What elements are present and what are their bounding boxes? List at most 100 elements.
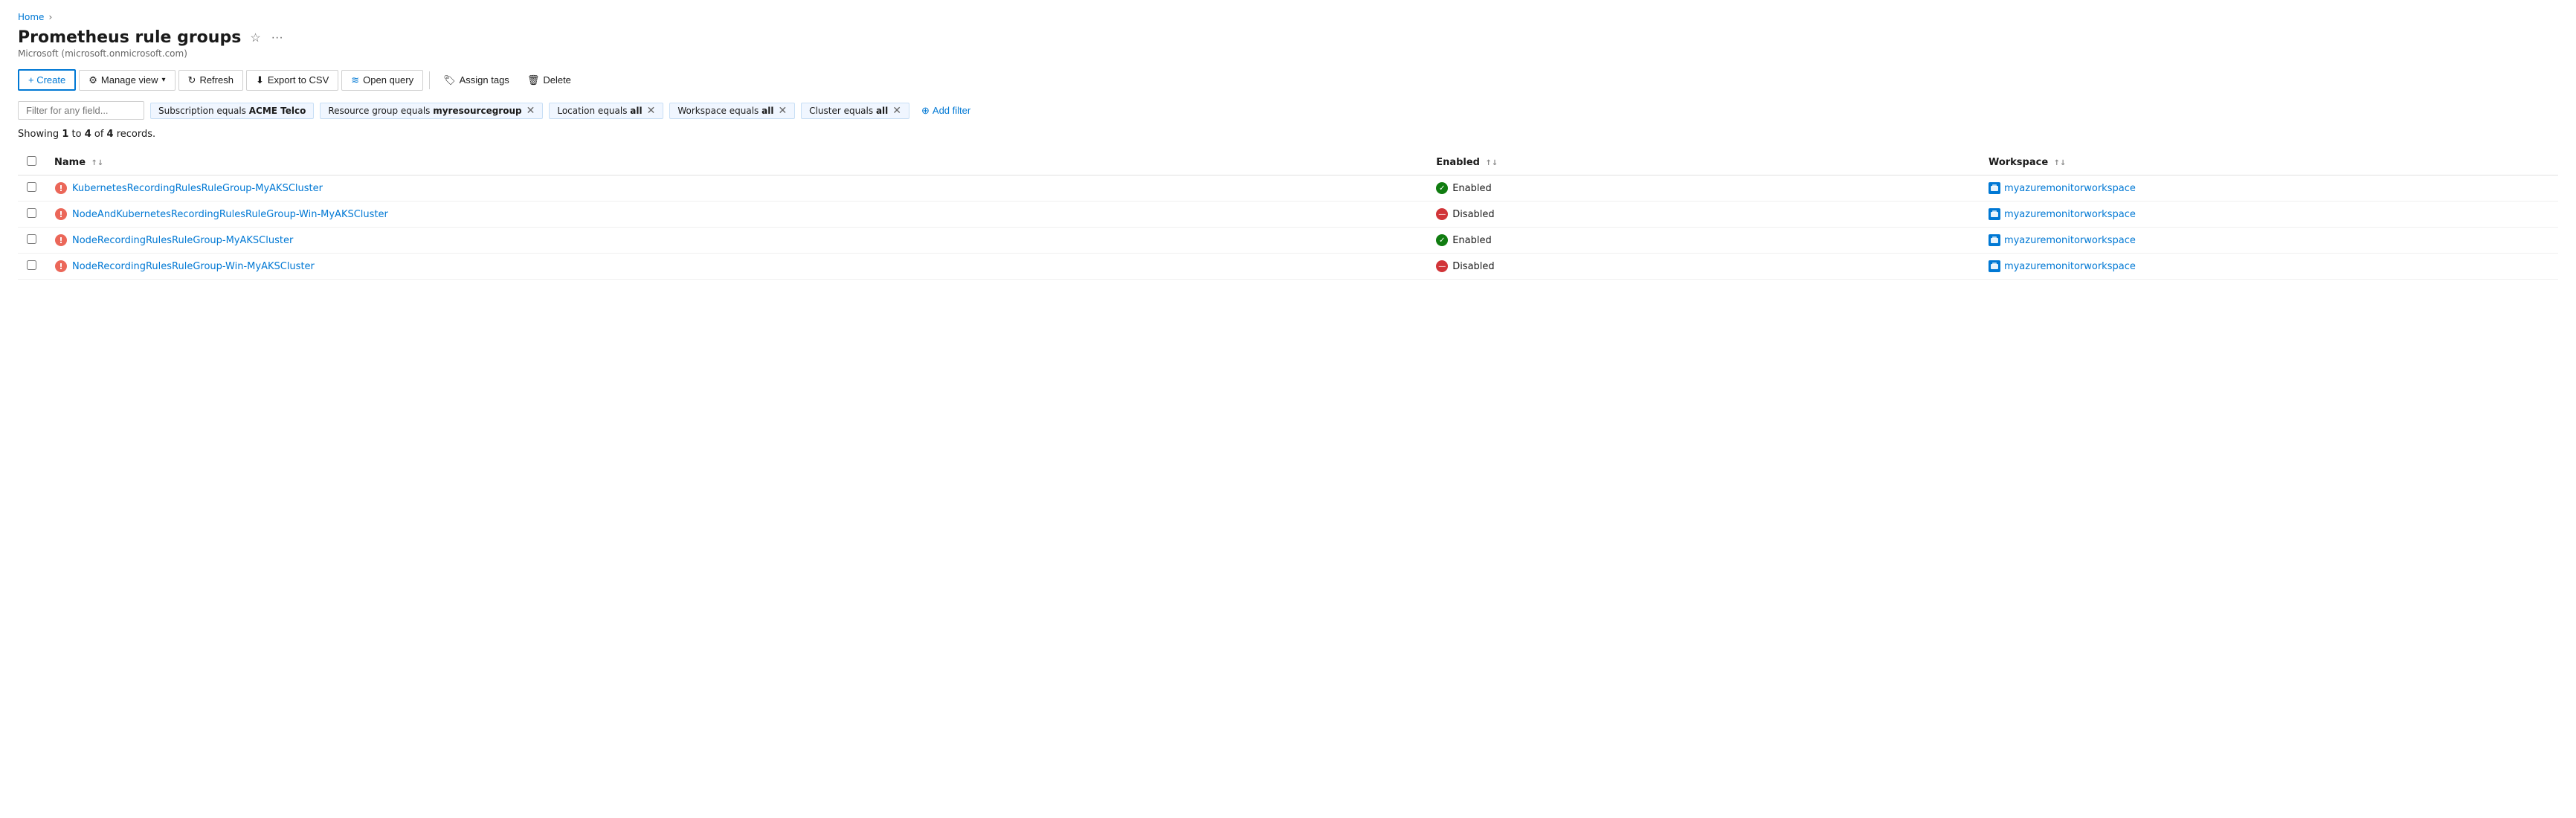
status-dot: ✓ — [1436, 182, 1448, 194]
filter-tag-location: Location equals all ✕ — [549, 103, 663, 119]
table-row: ! KubernetesRecordingRulesRuleGroup-MyAK… — [18, 175, 2558, 202]
status-dot: — — [1436, 208, 1448, 220]
sort-name-icon: ↑↓ — [91, 159, 104, 167]
add-filter-label: Add filter — [933, 105, 970, 116]
delete-icon: 🗑 — [527, 74, 540, 86]
row-enabled-cell: ✓ Enabled — [1427, 228, 1980, 254]
refresh-button[interactable]: ↻ Refresh — [178, 70, 243, 91]
row-checkbox-cell — [18, 202, 45, 228]
workspace-link[interactable]: myazuremonitorworkspace — [2004, 261, 2136, 272]
toolbar-separator — [429, 71, 430, 89]
select-all-checkbox-header[interactable] — [18, 150, 45, 175]
open-query-button[interactable]: ≋ Open query — [341, 70, 423, 91]
filter-input[interactable] — [18, 101, 144, 120]
workspace-link[interactable]: myazuremonitorworkspace — [2004, 183, 2136, 194]
manage-view-button[interactable]: ⚙ Manage view ▾ — [79, 70, 175, 91]
svg-text:!: ! — [59, 262, 62, 271]
row-enabled-cell: — Disabled — [1427, 254, 1980, 280]
row-name-link[interactable]: NodeRecordingRulesRuleGroup-MyAKSCluster — [72, 235, 293, 246]
workspace-icon — [1989, 208, 2000, 220]
row-enabled-cell: ✓ Enabled — [1427, 175, 1980, 202]
rule-group-icon: ! — [54, 234, 68, 247]
svg-text:!: ! — [59, 210, 62, 219]
delete-label: Delete — [543, 74, 571, 86]
svg-text:!: ! — [59, 184, 62, 193]
table-header-row: Name ↑↓ Enabled ↑↓ Workspace ↑↓ — [18, 150, 2558, 175]
status-label: Enabled — [1452, 183, 1492, 194]
delete-button[interactable]: 🗑 Delete — [520, 71, 579, 90]
row-enabled-cell: — Disabled — [1427, 202, 1980, 228]
row-checkbox[interactable] — [27, 234, 36, 244]
filter-tag-location-close[interactable]: ✕ — [647, 106, 656, 116]
add-filter-button[interactable]: ⊕ Add filter — [915, 103, 976, 119]
add-filter-icon: ⊕ — [921, 105, 930, 117]
page-title-row: Prometheus rule groups ☆ ··· — [18, 28, 2558, 47]
sort-workspace-icon: ↑↓ — [2054, 159, 2067, 167]
sort-enabled-icon: ↑↓ — [1486, 159, 1498, 167]
row-checkbox[interactable] — [27, 260, 36, 270]
rule-group-icon: ! — [54, 260, 68, 273]
assign-tags-button[interactable]: 🏷 Assign tags — [436, 71, 517, 90]
row-name-cell: ! NodeAndKubernetesRecordingRulesRuleGro… — [45, 202, 1427, 228]
row-workspace-cell: myazuremonitorworkspace — [1980, 228, 2558, 254]
export-button[interactable]: ⬇ Export to CSV — [246, 70, 338, 91]
workspace-link[interactable]: myazuremonitorworkspace — [2004, 209, 2136, 220]
workspace-icon — [1989, 234, 2000, 246]
refresh-label: Refresh — [199, 74, 234, 86]
row-name-cell: ! KubernetesRecordingRulesRuleGroup-MyAK… — [45, 175, 1427, 202]
rule-group-icon: ! — [54, 207, 68, 221]
row-name-cell: ! NodeRecordingRulesRuleGroup-MyAKSClust… — [45, 228, 1427, 254]
filter-tag-subscription: Subscription equals ACME Telco — [150, 103, 314, 119]
row-name-cell: ! NodeRecordingRulesRuleGroup-Win-MyAKSC… — [45, 254, 1427, 280]
filter-tag-resourcegroup-close[interactable]: ✕ — [527, 106, 535, 116]
breadcrumb-home[interactable]: Home — [18, 12, 44, 22]
tag-icon: 🏷 — [443, 74, 456, 86]
filter-bar: Subscription equals ACME Telco Resource … — [18, 101, 2558, 120]
col-header-workspace[interactable]: Workspace ↑↓ — [1980, 150, 2558, 175]
row-checkbox[interactable] — [27, 182, 36, 192]
select-all-checkbox[interactable] — [27, 156, 36, 166]
workspace-icon — [1989, 182, 2000, 194]
pin-icon[interactable]: ☆ — [248, 29, 262, 47]
open-query-label: Open query — [363, 74, 413, 86]
row-name-link[interactable]: KubernetesRecordingRulesRuleGroup-MyAKSC… — [72, 183, 323, 194]
filter-tag-workspace-close[interactable]: ✕ — [778, 106, 787, 116]
gear-icon: ⚙ — [88, 74, 97, 86]
col-name-label: Name — [54, 157, 86, 168]
create-button[interactable]: + Create — [18, 69, 76, 91]
page-title: Prometheus rule groups — [18, 28, 241, 47]
row-workspace-cell: myazuremonitorworkspace — [1980, 202, 2558, 228]
breadcrumb: Home › — [18, 12, 2558, 22]
refresh-icon: ↻ — [188, 74, 196, 86]
filter-tag-workspace: Workspace equals all ✕ — [669, 103, 795, 119]
row-workspace-cell: myazuremonitorworkspace — [1980, 254, 2558, 280]
rule-group-icon: ! — [54, 181, 68, 195]
filter-tag-resourcegroup: Resource group equals myresourcegroup ✕ — [320, 103, 543, 119]
col-header-enabled[interactable]: Enabled ↑↓ — [1427, 150, 1980, 175]
workspace-link[interactable]: myazuremonitorworkspace — [2004, 235, 2136, 246]
col-header-name[interactable]: Name ↑↓ — [45, 150, 1427, 175]
row-checkbox-cell — [18, 254, 45, 280]
filter-tag-cluster-close[interactable]: ✕ — [892, 106, 901, 116]
row-name-link[interactable]: NodeRecordingRulesRuleGroup-Win-MyAKSClu… — [72, 261, 315, 272]
manage-view-label: Manage view — [101, 74, 158, 86]
status-label: Disabled — [1452, 209, 1494, 220]
row-name-link[interactable]: NodeAndKubernetesRecordingRulesRuleGroup… — [72, 209, 388, 220]
toolbar: + Create ⚙ Manage view ▾ ↻ Refresh ⬇ Exp… — [18, 69, 2558, 91]
page-subtitle: Microsoft (microsoft.onmicrosoft.com) — [18, 48, 2558, 59]
row-checkbox[interactable] — [27, 208, 36, 218]
svg-text:!: ! — [59, 236, 62, 245]
status-label: Enabled — [1452, 235, 1492, 246]
more-options-icon[interactable]: ··· — [270, 30, 285, 46]
query-icon: ≋ — [351, 74, 359, 86]
col-enabled-label: Enabled — [1436, 157, 1480, 168]
assign-tags-label: Assign tags — [460, 74, 509, 86]
status-label: Disabled — [1452, 261, 1494, 272]
filter-tag-cluster: Cluster equals all ✕ — [801, 103, 909, 119]
chevron-down-icon: ▾ — [162, 76, 166, 84]
workspace-icon — [1989, 260, 2000, 272]
export-label: Export to CSV — [268, 74, 329, 86]
status-dot: — — [1436, 260, 1448, 272]
row-checkbox-cell — [18, 228, 45, 254]
export-icon: ⬇ — [256, 74, 264, 86]
